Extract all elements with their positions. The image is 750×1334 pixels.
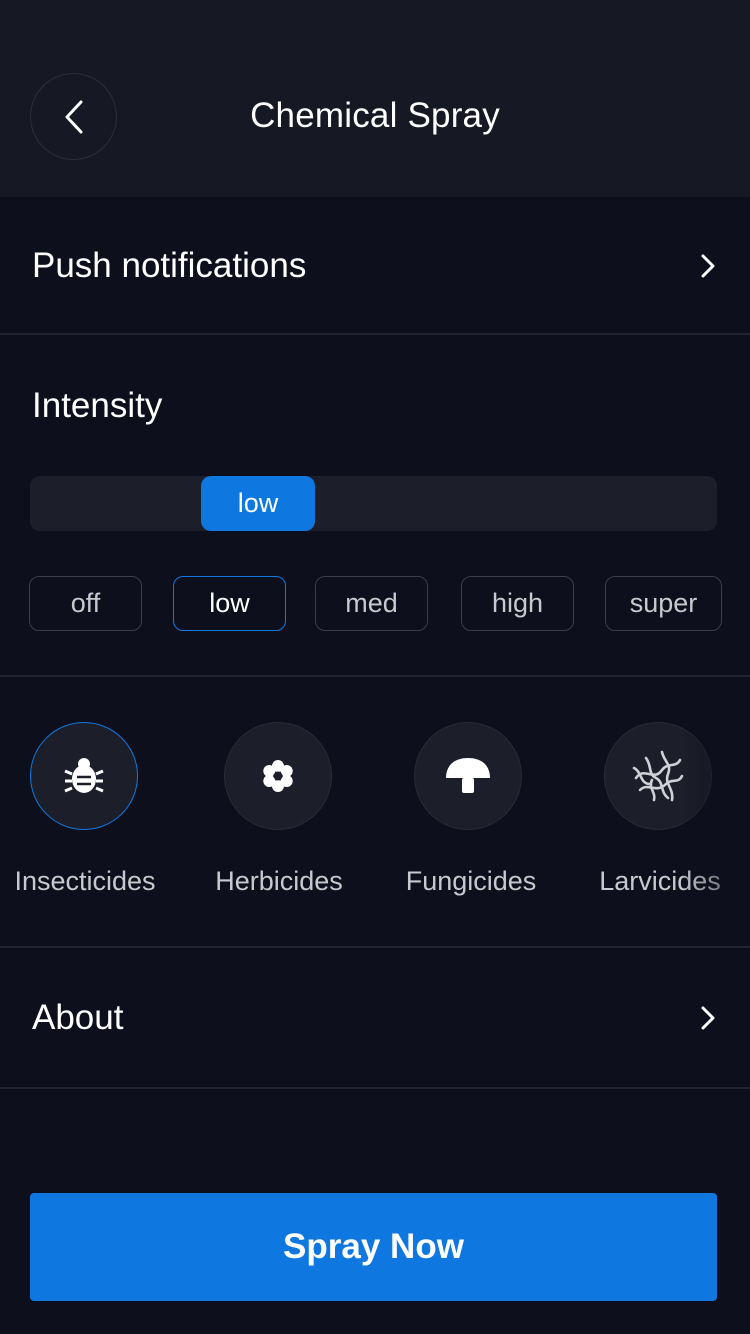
header-bar: Chemical Spray <box>0 0 750 197</box>
divider <box>0 1087 750 1089</box>
insecticides-label: Insecticides <box>14 866 156 896</box>
intensity-option-label: med <box>345 588 398 618</box>
divider <box>0 675 750 677</box>
intensity-option-label: super <box>629 588 698 618</box>
intensity-label: Intensity <box>32 386 163 425</box>
herbicides-label: Herbicides <box>215 866 343 896</box>
intensity-option-super[interactable]: super <box>605 576 722 631</box>
divider <box>0 333 750 335</box>
intensity-option-label: high <box>491 588 544 618</box>
intensity-slider-thumb[interactable]: low <box>201 476 315 531</box>
larvicides-label: Larvicides <box>599 866 721 896</box>
intensity-option-high[interactable]: high <box>461 576 574 631</box>
fungicides-button[interactable] <box>414 722 522 830</box>
chevron-right-icon <box>701 254 715 277</box>
larva-icon <box>632 750 684 802</box>
intensity-current-value: low <box>237 488 279 518</box>
intensity-option-med[interactable]: med <box>315 576 428 631</box>
insecticides-button[interactable] <box>30 722 138 830</box>
about-row[interactable]: About <box>0 948 750 1087</box>
page-title: Chemical Spray <box>250 96 500 135</box>
mushroom-icon <box>446 758 490 793</box>
bug-icon <box>64 758 104 793</box>
chevron-right-icon <box>701 1006 715 1029</box>
intensity-option-low[interactable]: low <box>173 576 286 631</box>
spray-now-button[interactable]: Spray Now <box>30 1193 717 1301</box>
herbicides-button[interactable] <box>224 722 332 830</box>
intensity-slider-track[interactable]: low <box>30 476 717 531</box>
about-label: About <box>32 997 124 1037</box>
flower-icon <box>263 760 293 792</box>
intensity-option-label: off <box>70 588 101 618</box>
intensity-option-label: low <box>209 588 250 618</box>
larvicides-button[interactable] <box>604 722 712 830</box>
intensity-option-off[interactable]: off <box>29 576 142 631</box>
push-notifications-label: Push notifications <box>32 245 307 285</box>
push-notifications-row[interactable]: Push notifications <box>0 197 750 334</box>
fungicides-label: Fungicides <box>405 866 537 896</box>
